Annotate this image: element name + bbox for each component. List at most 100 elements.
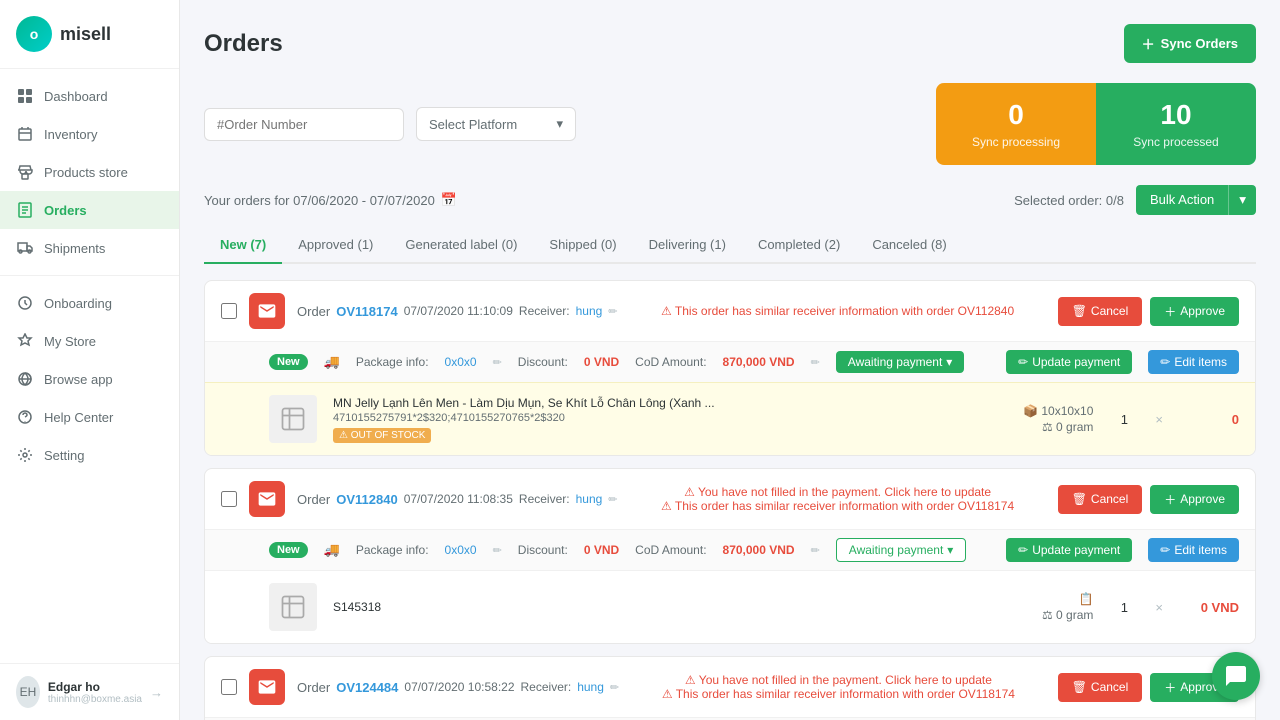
edit-receiver-icon-3[interactable]: ✏: [610, 681, 619, 694]
approve-label-2: Approve: [1180, 492, 1225, 506]
update-payment-button-1[interactable]: ✏ Update payment: [1006, 350, 1132, 374]
edit-items-button-1[interactable]: ✏ Edit items: [1148, 350, 1239, 374]
calendar-icon[interactable]: 📅: [441, 192, 457, 208]
sidebar: o misell Dashboard Inventory Products st…: [0, 0, 180, 720]
sidebar-item-inventory-label: Inventory: [44, 127, 97, 142]
product-dims-2: 📋 ⚖ 0 gram: [1042, 592, 1093, 622]
sidebar-item-inventory[interactable]: Inventory: [0, 115, 179, 153]
sidebar-item-dashboard[interactable]: Dashboard: [0, 77, 179, 115]
receiver-name-1[interactable]: hung: [576, 304, 603, 318]
sidebar-item-help-center[interactable]: Help Center: [0, 398, 179, 436]
approve-label-1: Approve: [1180, 304, 1225, 318]
tab-shipped[interactable]: Shipped (0): [533, 227, 632, 264]
order-checkbox-3[interactable]: [221, 679, 237, 695]
badge-new-1: New: [269, 354, 308, 370]
bulk-action-dropdown: Bulk Action ▾: [1136, 185, 1256, 215]
tab-completed[interactable]: Completed (2): [742, 227, 856, 264]
sync-processed-value: 10: [1124, 99, 1228, 131]
sidebar-item-products-store[interactable]: Products store: [0, 153, 179, 191]
package-info-value-1: 0x0x0: [445, 355, 477, 369]
order-tabs: New (7) Approved (1) Generated label (0)…: [204, 227, 1256, 264]
cancel-button-1[interactable]: 🗑 Cancel: [1058, 297, 1143, 326]
logout-icon[interactable]: →: [150, 685, 163, 700]
receiver-name-2[interactable]: hung: [576, 492, 603, 506]
pencil-icon-1: ✏: [1018, 355, 1028, 369]
edit-package-icon-1[interactable]: ✏: [493, 356, 502, 369]
orders-icon: [16, 201, 34, 219]
product-info-2: S145318: [333, 600, 1026, 614]
receiver-name-3[interactable]: hung: [577, 680, 604, 694]
order-warning-2a: ⚠ You have not filled in the payment. Cl…: [630, 485, 1046, 499]
product-x-1: ×: [1155, 412, 1163, 427]
payment-status-2[interactable]: Awaiting payment ▾: [836, 538, 967, 562]
chat-bubble[interactable]: [1212, 652, 1260, 700]
package-truck-icon-2: 🚚: [324, 542, 340, 558]
tab-canceled[interactable]: Canceled (8): [856, 227, 962, 264]
approve-button-1[interactable]: ＋ Approve: [1150, 297, 1239, 326]
edit-items-button-2[interactable]: ✏ Edit items: [1148, 538, 1239, 562]
order-checkbox-2[interactable]: [221, 491, 237, 507]
page-header: Orders ＋ Sync Orders: [204, 24, 1256, 63]
product-dims-1: 📦 10x10x10 ⚖ 0 gram: [1023, 404, 1093, 434]
product-price-2: 0 VND: [1179, 600, 1239, 615]
cancel-button-2[interactable]: 🗑 Cancel: [1058, 485, 1143, 514]
payment-status-arrow-1: ▾: [946, 355, 952, 369]
edit-cod-icon-1[interactable]: ✏: [811, 356, 820, 369]
grid-icon: [16, 87, 34, 105]
pencil-icon-2: ✏: [1018, 543, 1028, 557]
dims-label-1: 📦 10x10x10: [1023, 404, 1093, 418]
platform-select[interactable]: Select Platform ▾: [416, 107, 576, 141]
order-id-2[interactable]: OV112840: [336, 492, 397, 507]
order-id-1[interactable]: OV118174: [336, 304, 397, 319]
tab-generated-label[interactable]: Generated label (0): [389, 227, 533, 264]
edit-cod-icon-2[interactable]: ✏: [811, 544, 820, 557]
product-x-2: ×: [1155, 600, 1163, 615]
bulk-action-button[interactable]: Bulk Action: [1136, 185, 1228, 215]
date-range: Your orders for 07/06/2020 - 07/07/2020 …: [204, 192, 457, 208]
edit-receiver-icon-2[interactable]: ✏: [608, 493, 617, 506]
edit-receiver-icon-1[interactable]: ✏: [608, 305, 617, 318]
order-checkbox-1[interactable]: [221, 303, 237, 319]
order-number-input[interactable]: [204, 108, 404, 141]
discount-label-2: Discount:: [518, 543, 568, 557]
order-id-3[interactable]: OV124484: [336, 680, 398, 695]
update-btn-label-1: Update payment: [1032, 355, 1120, 369]
bulk-action-arrow[interactable]: ▾: [1228, 185, 1256, 215]
sidebar-item-my-store[interactable]: My Store: [0, 322, 179, 360]
sidebar-item-shipments[interactable]: Shipments: [0, 229, 179, 267]
order-card-3: Order OV124484 07/07/2020 10:58:22 Recei…: [204, 656, 1256, 720]
tab-approved[interactable]: Approved (1): [282, 227, 389, 264]
sidebar-item-setting[interactable]: Setting: [0, 436, 179, 474]
approve-button-2[interactable]: ＋ Approve: [1150, 485, 1239, 514]
cancel-button-3[interactable]: 🗑 Cancel: [1058, 673, 1143, 702]
plus-icon-3: ＋: [1164, 679, 1176, 696]
payment-status-1[interactable]: Awaiting payment ▾: [836, 351, 965, 373]
discount-value-2: 0 VND: [584, 543, 619, 557]
product-info-1: MN Jelly Lạnh Lên Men - Làm Dịu Mụn, Se …: [333, 396, 1007, 443]
sidebar-item-onboarding[interactable]: Onboarding: [0, 284, 179, 322]
store-icon: [16, 163, 34, 181]
update-payment-button-2[interactable]: ✏ Update payment: [1006, 538, 1132, 562]
order-warning-2b: ⚠ This order has similar receiver inform…: [630, 499, 1046, 513]
sidebar-item-help-label: Help Center: [44, 410, 113, 425]
trash-icon-2: 🗑: [1072, 492, 1087, 506]
sidebar-item-orders[interactable]: Orders: [0, 191, 179, 229]
product-image-1: [269, 395, 317, 443]
payment-status-arrow-2: ▾: [947, 543, 953, 557]
user-name: Edgar ho: [48, 680, 142, 694]
page-title: Orders: [204, 30, 283, 58]
selected-order-info: Selected order: 0/8: [1014, 193, 1124, 208]
discount-label-1: Discount:: [518, 355, 568, 369]
sync-processing-card: 0 Sync processing: [936, 83, 1096, 165]
avatar: EH: [16, 676, 40, 708]
tab-new[interactable]: New (7): [204, 227, 282, 264]
tab-delivering[interactable]: Delivering (1): [633, 227, 742, 264]
product-qty-2: 1: [1109, 600, 1139, 615]
order-icon-2: [249, 481, 285, 517]
sidebar-item-browse-app[interactable]: Browse app: [0, 360, 179, 398]
order-warning-3a: ⚠ You have not filled in the payment. Cl…: [631, 673, 1046, 687]
edit-package-icon-2[interactable]: ✏: [493, 544, 502, 557]
logo-icon: o: [16, 16, 52, 52]
plus-icon: ＋: [1142, 34, 1155, 53]
sync-orders-button[interactable]: ＋ Sync Orders: [1124, 24, 1256, 63]
